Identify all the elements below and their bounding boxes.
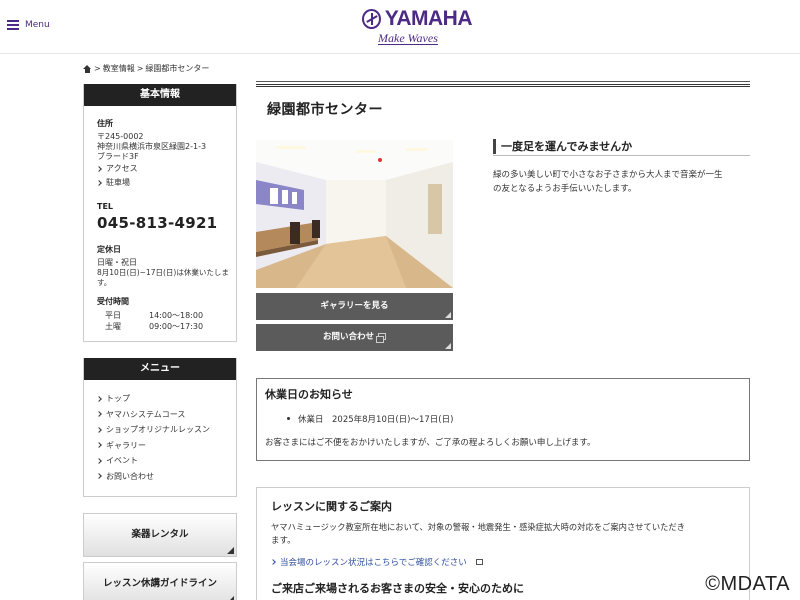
external-window-icon [376,333,386,343]
holiday-note: 8月10日(日)~17日(日)は休業いたしま [97,268,229,277]
title-bar: 緑園都市センター [256,81,750,122]
hours-time: 09:00～17:30 [149,322,204,331]
lesson-info: レッスンに関するご案内 ヤマハミュージック教室所在地において、対象の警報・地震発… [256,487,750,600]
sidebar: 基本情報 住所 〒245-0002 神奈川県横浜市泉区緑園2-1-3 ブラード3… [83,84,237,600]
holiday-notice: 休業日のお知らせ 休業日 2025年8月10日(日)～17日(日) お客さまには… [256,378,750,461]
hours-table: 平日 14:00～18:00 土曜 09:00～17:30 [97,310,224,332]
chevron-right-icon [96,442,102,449]
bullet-icon [287,417,290,420]
chevron-right-icon [270,559,276,565]
instrument-rental-button[interactable]: 楽器レンタル [83,513,237,557]
chevron-right-icon [96,457,102,464]
menu-heading: メニュー [84,358,236,380]
menu-box: メニュー トップ ヤマハシステムコース ショップオリジナルレッスン ギャラリー … [83,358,237,497]
chevron-right-icon [96,395,102,402]
menu-item-contact[interactable]: お問い合わせ [96,469,223,485]
parking-link[interactable]: 駐車場 [96,176,224,190]
holiday-note-cont: す。 [97,278,112,287]
menu-button[interactable]: Menu [7,20,50,30]
menu-label: Menu [25,20,50,30]
chevron-right-icon [96,180,102,186]
access-link[interactable]: アクセス [96,162,224,176]
building: ブラード3F [97,152,139,161]
hamburger-icon [7,20,19,30]
catch-copy: 一度足を運んでみませんか 緑の多い美しい町で小さなお子さまから大人まで音楽が一生… [493,139,750,196]
chevron-right-icon [96,166,102,172]
menu-item-original-lesson[interactable]: ショップオリジナルレッスン [96,422,223,438]
logo-wordmark: YAMAHA [384,7,473,30]
basic-info-box: 基本情報 住所 〒245-0002 神奈川県横浜市泉区緑園2-1-3 ブラード3… [83,84,237,342]
lesson-guideline-button[interactable]: レッスン休講ガイドライン [83,562,237,600]
gallery-button[interactable]: ギャラリーを見る [256,293,453,320]
external-window-icon [475,559,483,565]
hours-time: 14:00～18:00 [149,311,204,320]
menu-item-event[interactable]: イベント [96,453,223,469]
menu-item-top[interactable]: トップ [96,391,223,407]
chevron-right-icon [96,411,102,418]
main-content: 緑園都市センター ギャラリーを見る お問い合わせ 一度足を運んでみませんか 緑の… [256,81,750,600]
yamaha-logo[interactable]: YAMAHA Make Waves [362,7,473,51]
lesson-text: ヤマハミュージック教室所在地において、対象の警報・地震発生・感染症拡大時の対応を… [271,522,686,546]
menu-item-gallery[interactable]: ギャラリー [96,438,223,454]
address: 神奈川県横浜市泉区緑園2-1-3 [97,142,207,151]
menu-item-system-course[interactable]: ヤマハシステムコース [96,407,223,423]
holiday-label: 定休日 [97,245,121,254]
phone-number[interactable]: 045-813-4921 [97,214,224,232]
holiday-days: 日曜・祝日 [97,258,137,267]
breadcrumb-separator: > [136,64,144,73]
lesson-status-link[interactable]: 当会場のレッスン状況はこちらでご確認ください [270,556,735,568]
postal-code: 〒245-0002 [97,132,144,141]
chevron-right-icon [96,473,102,480]
safety-heading: ご来店ご来場されるお客さまの安全・安心のために [271,582,524,595]
page-title: 緑園都市センター [267,102,383,118]
breadcrumb-current: 緑園都市センター [145,64,210,73]
classroom-photo [256,140,453,288]
notice-heading: 休業日のお知らせ [265,388,353,401]
lesson-heading: レッスンに関するご案内 [271,500,392,513]
notice-text: お客さまにはご不便をおかけいたしますが、ご了承の程よろしくお願い申し上げます。 [265,438,596,448]
hours-day: 土曜 [105,322,121,331]
hours-day: 平日 [105,311,121,320]
catch-heading: 一度足を運んでみませんか [493,139,750,154]
address-label: 住所 [97,119,113,128]
hours-label: 受付時間 [97,297,129,306]
home-icon[interactable] [83,64,92,73]
chevron-right-icon [96,426,102,433]
catch-divider [493,155,750,156]
contact-button[interactable]: お問い合わせ [256,324,453,351]
tel-label: TEL [97,202,114,211]
breadcrumb: > 教室情報 > 緑園都市センター [83,63,209,74]
tuning-fork-logo-icon [362,9,381,29]
copyright-watermark: ©MDATA [705,573,790,595]
basic-info-heading: 基本情報 [84,84,236,106]
breadcrumb-separator: > [94,64,101,73]
notice-item: 休業日 2025年8月10日(日)～17日(日) [287,413,741,425]
site-header: Menu YAMAHA Make Waves [0,0,800,54]
classroom-interior-image [256,140,453,288]
catch-text: 緑の多い美しい町で小さなお子さまから大人まで音楽が一生 の友となるようお手伝いい… [493,170,723,194]
logo-tagline: Make Waves [378,31,438,45]
breadcrumb-classroom-info[interactable]: 教室情報 [103,63,135,74]
